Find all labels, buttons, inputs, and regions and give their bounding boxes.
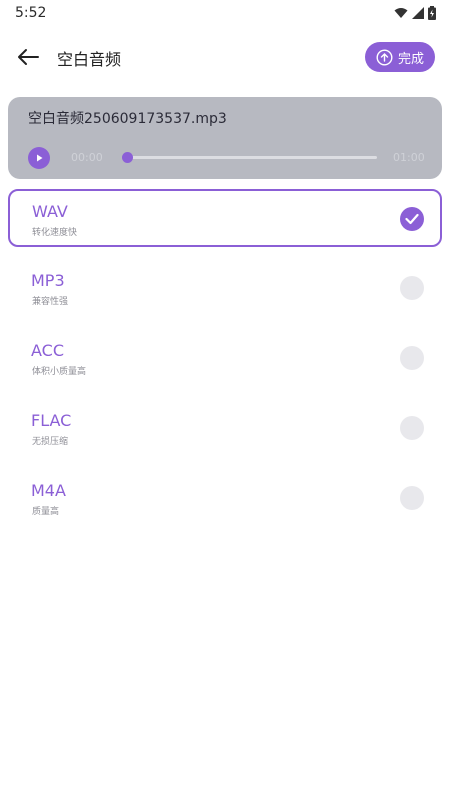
- audio-player: 空白音频250609173537.mp3 00:00 01:00: [8, 97, 442, 179]
- top-bar: 空白音频 完成: [0, 36, 450, 78]
- format-option-mp3[interactable]: MP3 兼容性强: [8, 259, 442, 317]
- format-desc: 兼容性强: [32, 297, 69, 307]
- play-button[interactable]: [28, 147, 50, 169]
- battery-icon: [428, 6, 436, 20]
- format-name: ACC: [31, 341, 65, 360]
- radio-unchecked[interactable]: [400, 486, 424, 510]
- radio-unchecked[interactable]: [400, 416, 424, 440]
- format-option-acc[interactable]: ACC 体积小质量高: [8, 329, 442, 387]
- play-icon: [37, 154, 43, 162]
- progress-thumb[interactable]: [121, 152, 133, 163]
- check-icon: [405, 213, 419, 225]
- back-button[interactable]: [12, 42, 44, 72]
- status-bar: 5:52: [0, 0, 450, 26]
- upload-icon: [376, 48, 393, 66]
- current-time: 00:00: [71, 151, 103, 164]
- format-option-wav[interactable]: WAV 转化速度快: [8, 189, 442, 247]
- progress-track[interactable]: [127, 156, 377, 159]
- format-option-m4a[interactable]: M4A 质量高: [8, 469, 442, 527]
- format-desc: 转化速度快: [32, 228, 78, 238]
- status-icons: [394, 6, 436, 20]
- done-button[interactable]: 完成: [365, 42, 435, 72]
- format-name: MP3: [31, 271, 65, 290]
- format-desc: 质量高: [32, 507, 60, 517]
- radio-unchecked[interactable]: [400, 346, 424, 370]
- back-arrow-icon: [18, 49, 39, 65]
- format-desc: 体积小质量高: [32, 367, 87, 377]
- format-name: FLAC: [31, 411, 72, 430]
- status-time: 5:52: [15, 5, 47, 21]
- radio-unchecked[interactable]: [400, 276, 424, 300]
- format-option-flac[interactable]: FLAC 无损压缩: [8, 399, 442, 457]
- format-desc: 无损压缩: [32, 437, 69, 447]
- format-name: M4A: [31, 481, 66, 500]
- radio-checked[interactable]: [400, 207, 424, 231]
- wifi-icon: [394, 8, 408, 18]
- total-time: 01:00: [393, 151, 425, 164]
- signal-icon: [412, 7, 424, 19]
- page-title: 空白音频: [57, 50, 122, 69]
- done-label: 完成: [397, 51, 424, 67]
- file-name: 空白音频250609173537.mp3: [28, 111, 227, 127]
- format-name: WAV: [32, 202, 68, 221]
